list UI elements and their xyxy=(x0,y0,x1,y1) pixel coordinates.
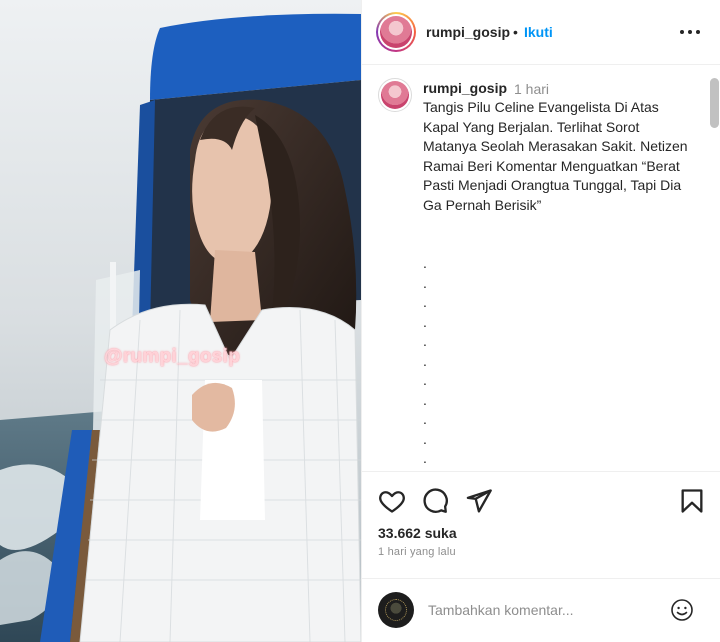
likes-count[interactable]: 33.662 suka xyxy=(378,525,457,541)
caption-dot: . xyxy=(423,450,427,466)
caption-dot: . xyxy=(423,255,427,271)
share-icon[interactable] xyxy=(465,487,493,515)
comment-input[interactable] xyxy=(428,600,658,620)
post-photo xyxy=(0,0,361,642)
caption-username[interactable]: rumpi_gosip xyxy=(423,80,507,96)
caption-avatar[interactable] xyxy=(378,78,412,112)
caption-dot: . xyxy=(423,313,427,330)
caption-dot: . xyxy=(423,430,427,447)
post-details-panel: rumpi_gosip • Ikuti rumpi_gosip 1 hari T… xyxy=(361,0,720,642)
caption-time[interactable]: 1 hari xyxy=(514,81,549,97)
author-avatar[interactable] xyxy=(376,12,416,52)
caption-scrollbar[interactable] xyxy=(710,78,719,128)
follow-button[interactable]: Ikuti xyxy=(524,24,553,40)
author-username[interactable]: rumpi_gosip xyxy=(426,24,510,40)
caption-text: Tangis Pilu Celine Evangelista Di Atas K… xyxy=(423,99,688,213)
caption-dot: . xyxy=(423,333,427,349)
caption-section[interactable]: rumpi_gosip 1 hari Tangis Pilu Celine Ev… xyxy=(362,66,720,472)
heart-icon[interactable] xyxy=(378,487,406,515)
bookmark-icon[interactable] xyxy=(678,487,706,515)
caption-dots: . . . . . . . . . . . xyxy=(423,254,427,469)
comment-bar xyxy=(362,578,720,642)
more-icon[interactable] xyxy=(680,22,700,42)
post-media[interactable]: @rumpi_gosip xyxy=(0,0,361,642)
action-bar xyxy=(362,473,720,529)
watermark-text: @rumpi_gosip xyxy=(104,346,241,367)
caption-dot: . xyxy=(423,411,427,427)
caption-dot: . xyxy=(423,294,427,310)
emoji-icon[interactable] xyxy=(670,598,694,622)
header-separator: • xyxy=(513,24,518,40)
post-header: rumpi_gosip • Ikuti xyxy=(362,0,720,65)
current-user-avatar xyxy=(378,592,414,628)
caption-dot: . xyxy=(423,372,427,388)
caption-dot: . xyxy=(423,274,427,291)
post-date[interactable]: 1 hari yang lalu xyxy=(378,546,456,558)
comment-icon[interactable] xyxy=(421,487,449,515)
caption-dot: . xyxy=(423,391,427,408)
caption-dot: . xyxy=(423,352,427,369)
